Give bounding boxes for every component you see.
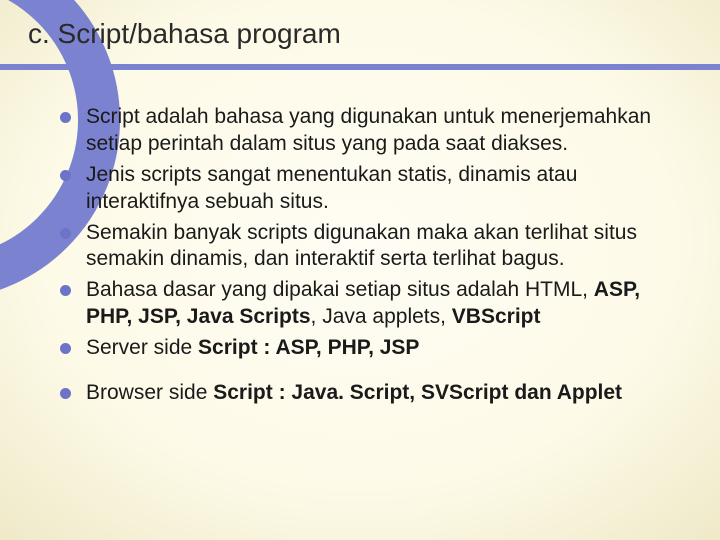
bullet-icon [60, 285, 71, 296]
list-item-text: Script adalah bahasa yang digunakan untu… [86, 105, 651, 155]
list-item-text: , Java applets, [311, 305, 452, 328]
list-item: Bahasa dasar yang dipakai setiap situs a… [56, 277, 680, 331]
list-item-bold: Script : Java. Script, SVScript dan Appl… [207, 381, 622, 404]
list-item-bold: Script : ASP, PHP, JSP [192, 336, 419, 359]
list-item: Semakin banyak scripts digunakan maka ak… [56, 220, 680, 274]
list-item-text: Browser side [86, 381, 207, 404]
list-item: Server side Script : ASP, PHP, JSP [56, 335, 680, 362]
list-item-text: Semakin banyak scripts digunakan maka ak… [86, 221, 637, 271]
title-underline [0, 64, 720, 70]
list-item: Browser side Script : Java. Script, SVSc… [56, 380, 680, 407]
page-title: c. Script/bahasa program [28, 18, 720, 50]
bullet-icon [60, 170, 71, 181]
bullet-icon [60, 388, 71, 399]
bullet-icon [60, 228, 71, 239]
content-area: Script adalah bahasa yang digunakan untu… [0, 104, 720, 407]
bullet-icon [60, 112, 71, 123]
list-item: Script adalah bahasa yang digunakan untu… [56, 104, 680, 158]
list-item: Jenis scripts sangat menentukan statis, … [56, 162, 680, 216]
list-item-text: Bahasa dasar yang dipakai setiap situs a… [86, 278, 594, 301]
bullet-icon [60, 343, 71, 354]
list-item-bold: VBScript [452, 305, 541, 328]
list-item-text: Server side [86, 336, 192, 359]
list-item-text: Jenis scripts sangat menentukan statis, … [86, 163, 577, 213]
title-region: c. Script/bahasa program [0, 0, 720, 56]
bullet-list: Script adalah bahasa yang digunakan untu… [56, 104, 680, 407]
